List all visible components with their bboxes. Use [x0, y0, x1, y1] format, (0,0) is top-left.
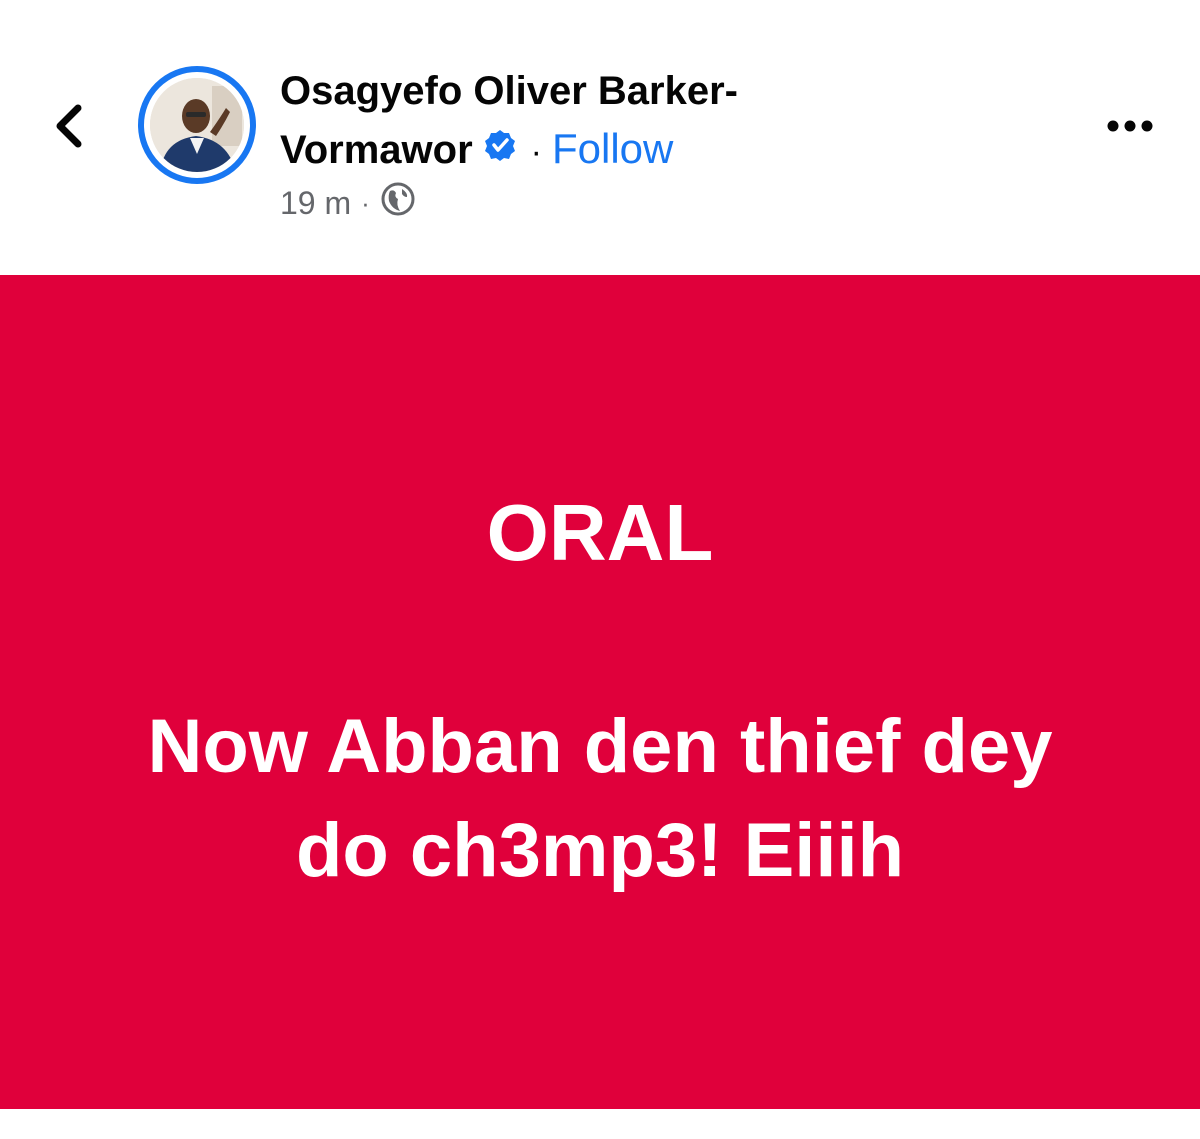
- author-name-part2[interactable]: Vormawor: [280, 128, 473, 172]
- post-meta: 19 m ·: [280, 182, 416, 224]
- author-name-line-2: Vormawor · Follow: [280, 120, 840, 181]
- post-body: Now Abban den thief dey do ch3mp3! Eiiih: [147, 704, 1053, 893]
- post-text-container: ORAL Now Abban den thief dey do ch3mp3! …: [0, 275, 1200, 1109]
- post-footer-gap: [0, 1109, 1200, 1139]
- author-avatar[interactable]: [138, 66, 256, 184]
- post-timestamp[interactable]: 19 m: [280, 185, 351, 222]
- more-horizontal-icon: [1107, 120, 1153, 132]
- post-title: ORAL: [486, 488, 714, 577]
- post-view: Osagyefo Oliver Barker- Vormawor · Follow…: [0, 0, 1200, 1139]
- name-separator: ·: [530, 133, 542, 171]
- post-content: ORAL Now Abban den thief dey do ch3mp3! …: [0, 275, 1200, 1109]
- more-options-button[interactable]: [1098, 104, 1168, 148]
- meta-separator: ·: [361, 187, 370, 218]
- author-name-line: Osagyefo Oliver Barker-: [280, 62, 840, 120]
- post-header: Osagyefo Oliver Barker- Vormawor · Follow…: [0, 0, 1200, 275]
- globe-icon[interactable]: [380, 181, 416, 225]
- avatar-photo: [150, 78, 244, 172]
- back-button[interactable]: [40, 96, 100, 156]
- follow-button[interactable]: Follow: [552, 125, 673, 172]
- author-info: Osagyefo Oliver Barker- Vormawor · Follow: [280, 62, 840, 181]
- chevron-left-icon: [56, 104, 82, 148]
- author-name-part1[interactable]: Osagyefo Oliver Barker-: [280, 69, 738, 113]
- verified-badge-icon: [483, 120, 517, 178]
